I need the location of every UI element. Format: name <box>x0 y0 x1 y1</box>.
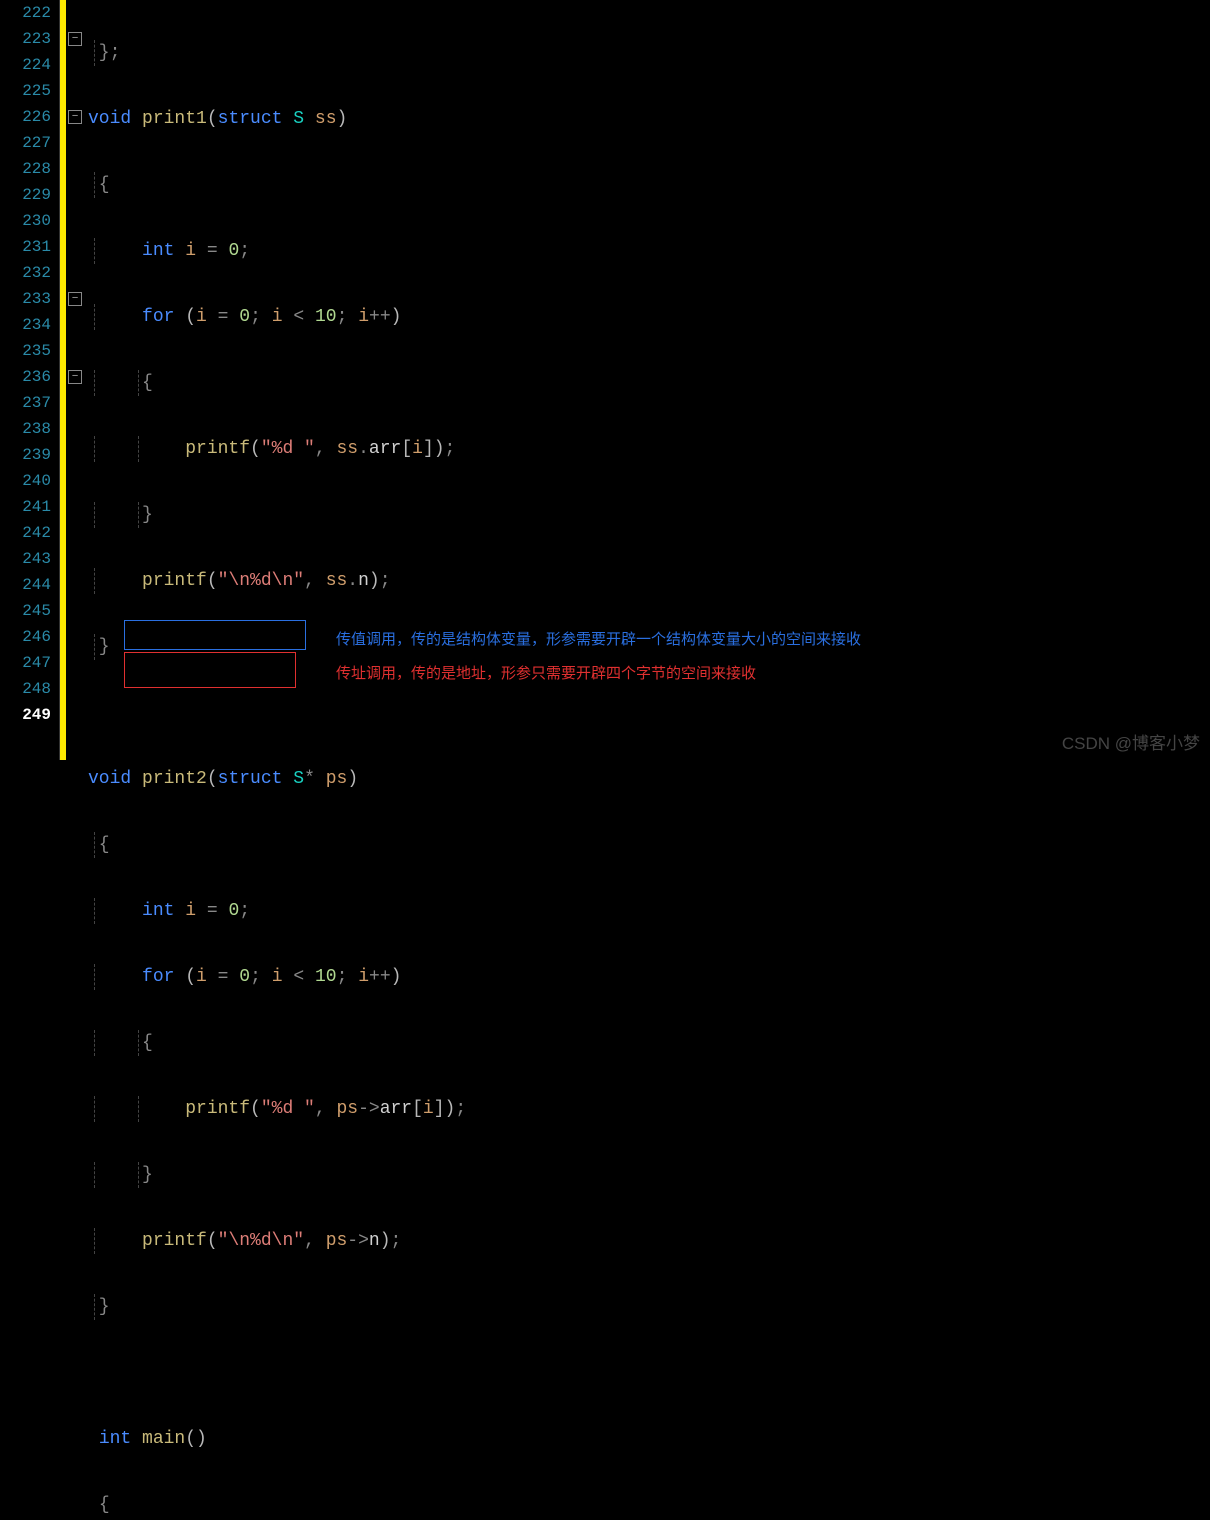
line-number: 222 <box>0 0 51 26</box>
code-editor[interactable]: 2222232242252262272282292302312322332342… <box>0 0 1210 760</box>
fold-toggle-icon[interactable]: − <box>68 110 82 124</box>
watermark: CSDN @博客小梦 <box>1062 729 1200 754</box>
code-line: printf("%d ", ss.arr[i]); <box>88 436 1210 462</box>
code-line: { <box>88 832 1210 858</box>
fold-toggle-icon[interactable]: − <box>68 292 82 306</box>
line-number: 236 <box>0 364 51 390</box>
line-number: 229 <box>0 182 51 208</box>
line-number: 241 <box>0 494 51 520</box>
code-line: for (i = 0; i < 10; i++) <box>88 304 1210 330</box>
fold-toggle-icon[interactable]: − <box>68 32 82 46</box>
line-number: 227 <box>0 130 51 156</box>
line-number: 239 <box>0 442 51 468</box>
line-number-gutter: 2222232242252262272282292302312322332342… <box>0 0 60 760</box>
annotation-text-red: 传址调用，传的是地址，形参只需要开辟四个字节的空间来接收 <box>336 662 756 683</box>
annotation-text-blue: 传值调用，传的是结构体变量，形参需要开辟一个结构体变量大小的空间来接收 <box>336 628 861 649</box>
code-line: } <box>88 502 1210 528</box>
code-line: printf("\n%d\n", ps->n); <box>88 1228 1210 1254</box>
line-number: 235 <box>0 338 51 364</box>
code-line <box>88 1360 1210 1386</box>
line-number: 228 <box>0 156 51 182</box>
code-line: for (i = 0; i < 10; i++) <box>88 964 1210 990</box>
line-number: 242 <box>0 520 51 546</box>
code-line: int i = 0; <box>88 898 1210 924</box>
line-number: 237 <box>0 390 51 416</box>
line-number: 244 <box>0 572 51 598</box>
line-number: 226 <box>0 104 51 130</box>
line-number: 224 <box>0 52 51 78</box>
code-line: { <box>88 172 1210 198</box>
code-line: }; <box>88 40 1210 66</box>
line-number: 243 <box>0 546 51 572</box>
code-area[interactable]: }; void print1(struct S ss) { int i = 0;… <box>88 0 1210 760</box>
line-number: 233 <box>0 286 51 312</box>
code-line: void print2(struct S* ps) <box>88 766 1210 792</box>
code-line: void print1(struct S ss) <box>88 106 1210 132</box>
line-number: 245 <box>0 598 51 624</box>
line-number: 240 <box>0 468 51 494</box>
line-number: 223 <box>0 26 51 52</box>
code-line: printf("\n%d\n", ss.n); <box>88 568 1210 594</box>
fold-column[interactable]: − − − − <box>66 0 88 760</box>
line-number: 232 <box>0 260 51 286</box>
code-line: { <box>88 1030 1210 1056</box>
code-line: } <box>88 1294 1210 1320</box>
code-line <box>88 700 1210 726</box>
code-line: printf("%d ", ps->arr[i]); <box>88 1096 1210 1122</box>
code-line: int i = 0; <box>88 238 1210 264</box>
line-number: 234 <box>0 312 51 338</box>
line-number: 247 <box>0 650 51 676</box>
code-line: int main() <box>88 1426 1210 1452</box>
code-line: } <box>88 1162 1210 1188</box>
code-line: { <box>88 1492 1210 1518</box>
code-line: { <box>88 370 1210 396</box>
line-number: 246 <box>0 624 51 650</box>
line-number: 230 <box>0 208 51 234</box>
line-number: 248 <box>0 676 51 702</box>
line-number: 225 <box>0 78 51 104</box>
fold-toggle-icon[interactable]: − <box>68 370 82 384</box>
line-number: 238 <box>0 416 51 442</box>
line-number: 231 <box>0 234 51 260</box>
line-number: 249 <box>0 702 51 728</box>
